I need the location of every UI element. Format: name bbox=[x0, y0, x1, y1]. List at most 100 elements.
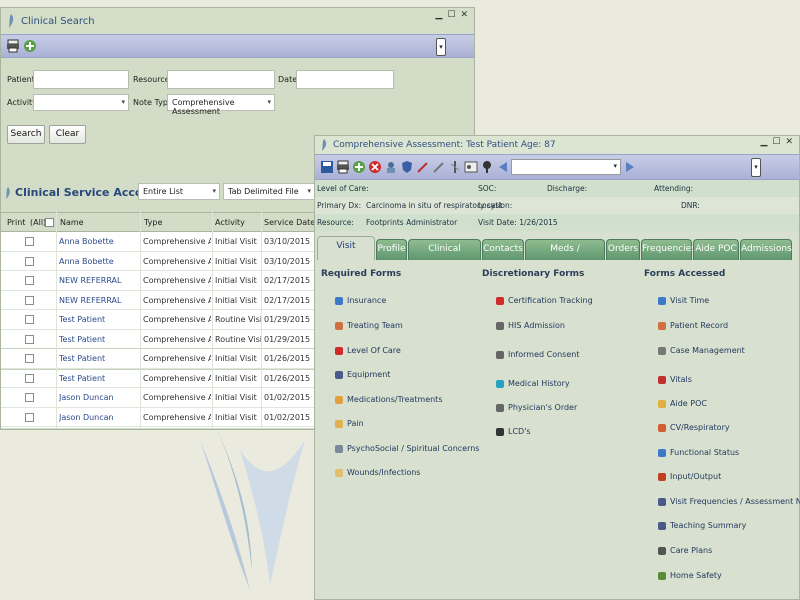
export-format-select[interactable]: Tab Delimited File bbox=[223, 183, 315, 200]
cell-name[interactable]: Jason Duncan bbox=[59, 413, 139, 422]
tab-contacts[interactable]: Contacts bbox=[482, 239, 524, 260]
activity-select[interactable] bbox=[33, 94, 129, 111]
tab-admissions[interactable]: Admissions bbox=[740, 239, 792, 260]
tab-visit-progress[interactable]: Visit Progress bbox=[317, 236, 375, 270]
form-link[interactable]: Treating Team bbox=[335, 321, 403, 330]
cell-activity: Initial Visit bbox=[215, 256, 257, 266]
form-icon bbox=[335, 296, 343, 305]
form-icon bbox=[496, 427, 504, 436]
toolbar-dropdown[interactable]: ▾ bbox=[751, 158, 761, 177]
tab-clinical-overview[interactable]: Clinical Overview bbox=[408, 239, 481, 273]
shield-icon[interactable] bbox=[400, 160, 414, 174]
navigate-back-icon[interactable] bbox=[496, 160, 510, 174]
form-icon bbox=[658, 521, 666, 530]
form-link[interactable]: Care Plans bbox=[658, 546, 712, 555]
record-select[interactable]: ▾ bbox=[511, 159, 621, 175]
cell-name[interactable]: Anna Bobette bbox=[59, 257, 139, 266]
print-checkbox[interactable] bbox=[25, 373, 34, 383]
add-icon[interactable] bbox=[352, 160, 366, 174]
form-link[interactable]: Patient Record bbox=[658, 321, 728, 330]
form-link[interactable]: Insurance bbox=[335, 296, 386, 305]
print-checkbox[interactable] bbox=[25, 412, 34, 422]
form-link[interactable]: Case Management bbox=[658, 346, 745, 355]
print-checkbox[interactable] bbox=[25, 295, 34, 305]
form-link[interactable]: CV/Respiratory bbox=[658, 423, 730, 432]
print-checkbox[interactable] bbox=[25, 276, 34, 285]
close-icon[interactable]: ✕ bbox=[785, 137, 793, 147]
form-link[interactable]: Level Of Care bbox=[335, 346, 401, 355]
minimize-icon[interactable]: ▁ bbox=[435, 10, 442, 20]
search-button[interactable]: Search bbox=[7, 125, 45, 144]
form-link[interactable]: Medications/Treatments bbox=[335, 395, 443, 404]
print-icon[interactable] bbox=[336, 160, 350, 174]
cell-name[interactable]: Anna Bobette bbox=[59, 237, 139, 246]
form-link[interactable]: Home Safety bbox=[658, 571, 722, 580]
maximize-icon[interactable]: ☐ bbox=[772, 137, 780, 147]
cell-name[interactable]: NEW REFERRAL bbox=[59, 296, 139, 305]
toolbar-dropdown[interactable]: ▾ bbox=[436, 38, 446, 56]
close-icon[interactable]: ✕ bbox=[460, 10, 468, 20]
form-link[interactable]: Certification Tracking bbox=[496, 296, 593, 305]
note-type-select[interactable]: Comprehensive Assessment bbox=[167, 94, 275, 116]
form-link[interactable]: Wounds/Infections bbox=[335, 468, 420, 477]
clear-button[interactable]: Clear bbox=[49, 125, 86, 144]
tab-profile[interactable]: Profile bbox=[376, 239, 407, 260]
maximize-icon[interactable]: ☐ bbox=[447, 10, 455, 20]
form-link[interactable]: Functional Status bbox=[658, 448, 739, 457]
print-icon[interactable] bbox=[6, 39, 20, 53]
form-link[interactable]: Physician's Order bbox=[496, 403, 577, 412]
form-link[interactable]: Pain bbox=[335, 419, 364, 428]
pen-icon[interactable] bbox=[416, 160, 430, 174]
form-link[interactable]: Input/Output bbox=[658, 472, 721, 481]
minimize-icon[interactable]: ▁ bbox=[760, 137, 767, 147]
cell-name[interactable]: Test Patient bbox=[59, 335, 139, 344]
form-link[interactable]: Aide POC bbox=[658, 399, 707, 408]
tab-orders[interactable]: Orders bbox=[606, 239, 640, 260]
resource-input[interactable] bbox=[167, 70, 275, 89]
form-icon bbox=[335, 321, 343, 330]
delete-icon[interactable] bbox=[368, 160, 382, 174]
col-type[interactable]: Type bbox=[144, 218, 162, 227]
print-checkbox[interactable] bbox=[25, 256, 34, 266]
contact-icon[interactable] bbox=[464, 160, 478, 174]
form-link[interactable]: Informed Consent bbox=[496, 350, 579, 359]
print-checkbox[interactable] bbox=[25, 237, 34, 246]
form-link[interactable]: Visit Frequencies / Assessment Needs bbox=[658, 497, 800, 506]
add-icon[interactable] bbox=[23, 39, 37, 53]
form-link[interactable]: Teaching Summary bbox=[658, 521, 746, 530]
primary-dx-label: Primary Dx: bbox=[317, 201, 362, 210]
list-filter-select[interactable]: Entire List bbox=[138, 183, 220, 200]
select-all-checkbox[interactable] bbox=[45, 218, 54, 227]
cell-name[interactable]: NEW REFERRAL bbox=[59, 276, 139, 285]
form-link[interactable]: Equipment bbox=[335, 370, 390, 379]
save-icon[interactable] bbox=[320, 160, 334, 174]
form-link[interactable]: HIS Admission bbox=[496, 321, 565, 330]
print-checkbox[interactable] bbox=[25, 334, 34, 344]
navigate-forward-icon[interactable] bbox=[623, 160, 637, 174]
form-link[interactable]: Visit Time bbox=[658, 296, 709, 305]
cell-name[interactable]: Test Patient bbox=[59, 354, 139, 363]
pin-icon[interactable] bbox=[480, 160, 494, 174]
person-icon[interactable] bbox=[384, 160, 398, 174]
cell-name[interactable]: Test Patient bbox=[59, 374, 139, 383]
form-link[interactable]: LCD's bbox=[496, 427, 531, 436]
print-checkbox[interactable] bbox=[25, 315, 34, 324]
form-link[interactable]: Medical History bbox=[496, 379, 570, 388]
cell-name[interactable]: Test Patient bbox=[59, 315, 139, 324]
tab-aide-poc[interactable]: Aide POC bbox=[693, 239, 739, 260]
form-link[interactable]: Vitals bbox=[658, 375, 692, 384]
cell-name[interactable]: Jason Duncan bbox=[59, 393, 139, 402]
caduceus-icon[interactable] bbox=[448, 160, 462, 174]
form-label: Medical History bbox=[508, 379, 570, 388]
col-service-date[interactable]: Service Date bbox=[264, 218, 315, 227]
patient-input[interactable] bbox=[33, 70, 129, 89]
tab-meds-treatments[interactable]: Meds / Treatments bbox=[525, 239, 605, 273]
form-link[interactable]: PsychoSocial / Spiritual Concerns bbox=[335, 444, 479, 453]
print-checkbox[interactable] bbox=[25, 354, 34, 363]
pencil-icon[interactable] bbox=[432, 160, 446, 174]
col-name[interactable]: Name bbox=[60, 218, 84, 227]
print-checkbox[interactable] bbox=[25, 393, 34, 402]
tab-frequencies[interactable]: Frequencies bbox=[641, 239, 696, 260]
col-activity[interactable]: Activity bbox=[215, 218, 245, 227]
date-input[interactable] bbox=[296, 70, 394, 89]
